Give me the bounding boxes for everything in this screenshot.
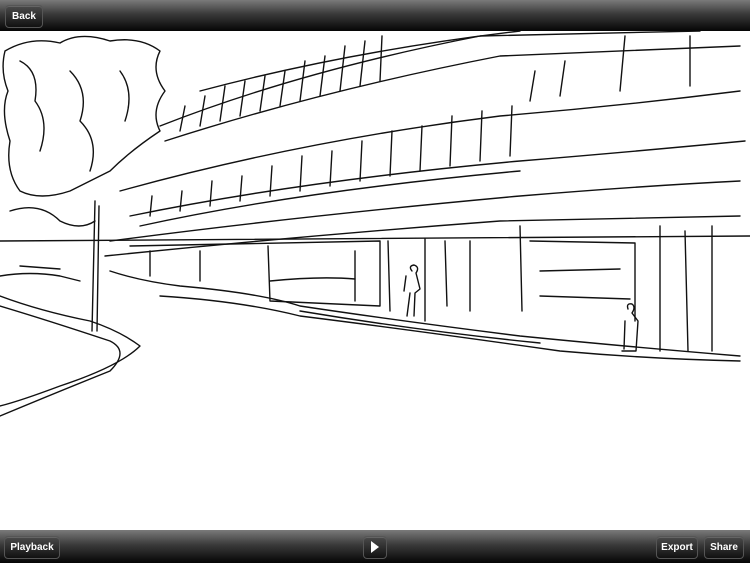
back-button[interactable]: Back	[5, 5, 43, 28]
play-button[interactable]	[363, 536, 387, 559]
building-sketch	[0, 30, 750, 417]
top-toolbar: Back	[0, 0, 750, 31]
playback-button[interactable]: Playback	[4, 536, 60, 559]
export-button[interactable]: Export	[656, 536, 698, 559]
bottom-toolbar: Playback Export Share	[0, 530, 750, 563]
sketch-canvas[interactable]	[0, 30, 750, 530]
play-icon	[371, 541, 379, 554]
share-button[interactable]: Share	[704, 536, 744, 559]
